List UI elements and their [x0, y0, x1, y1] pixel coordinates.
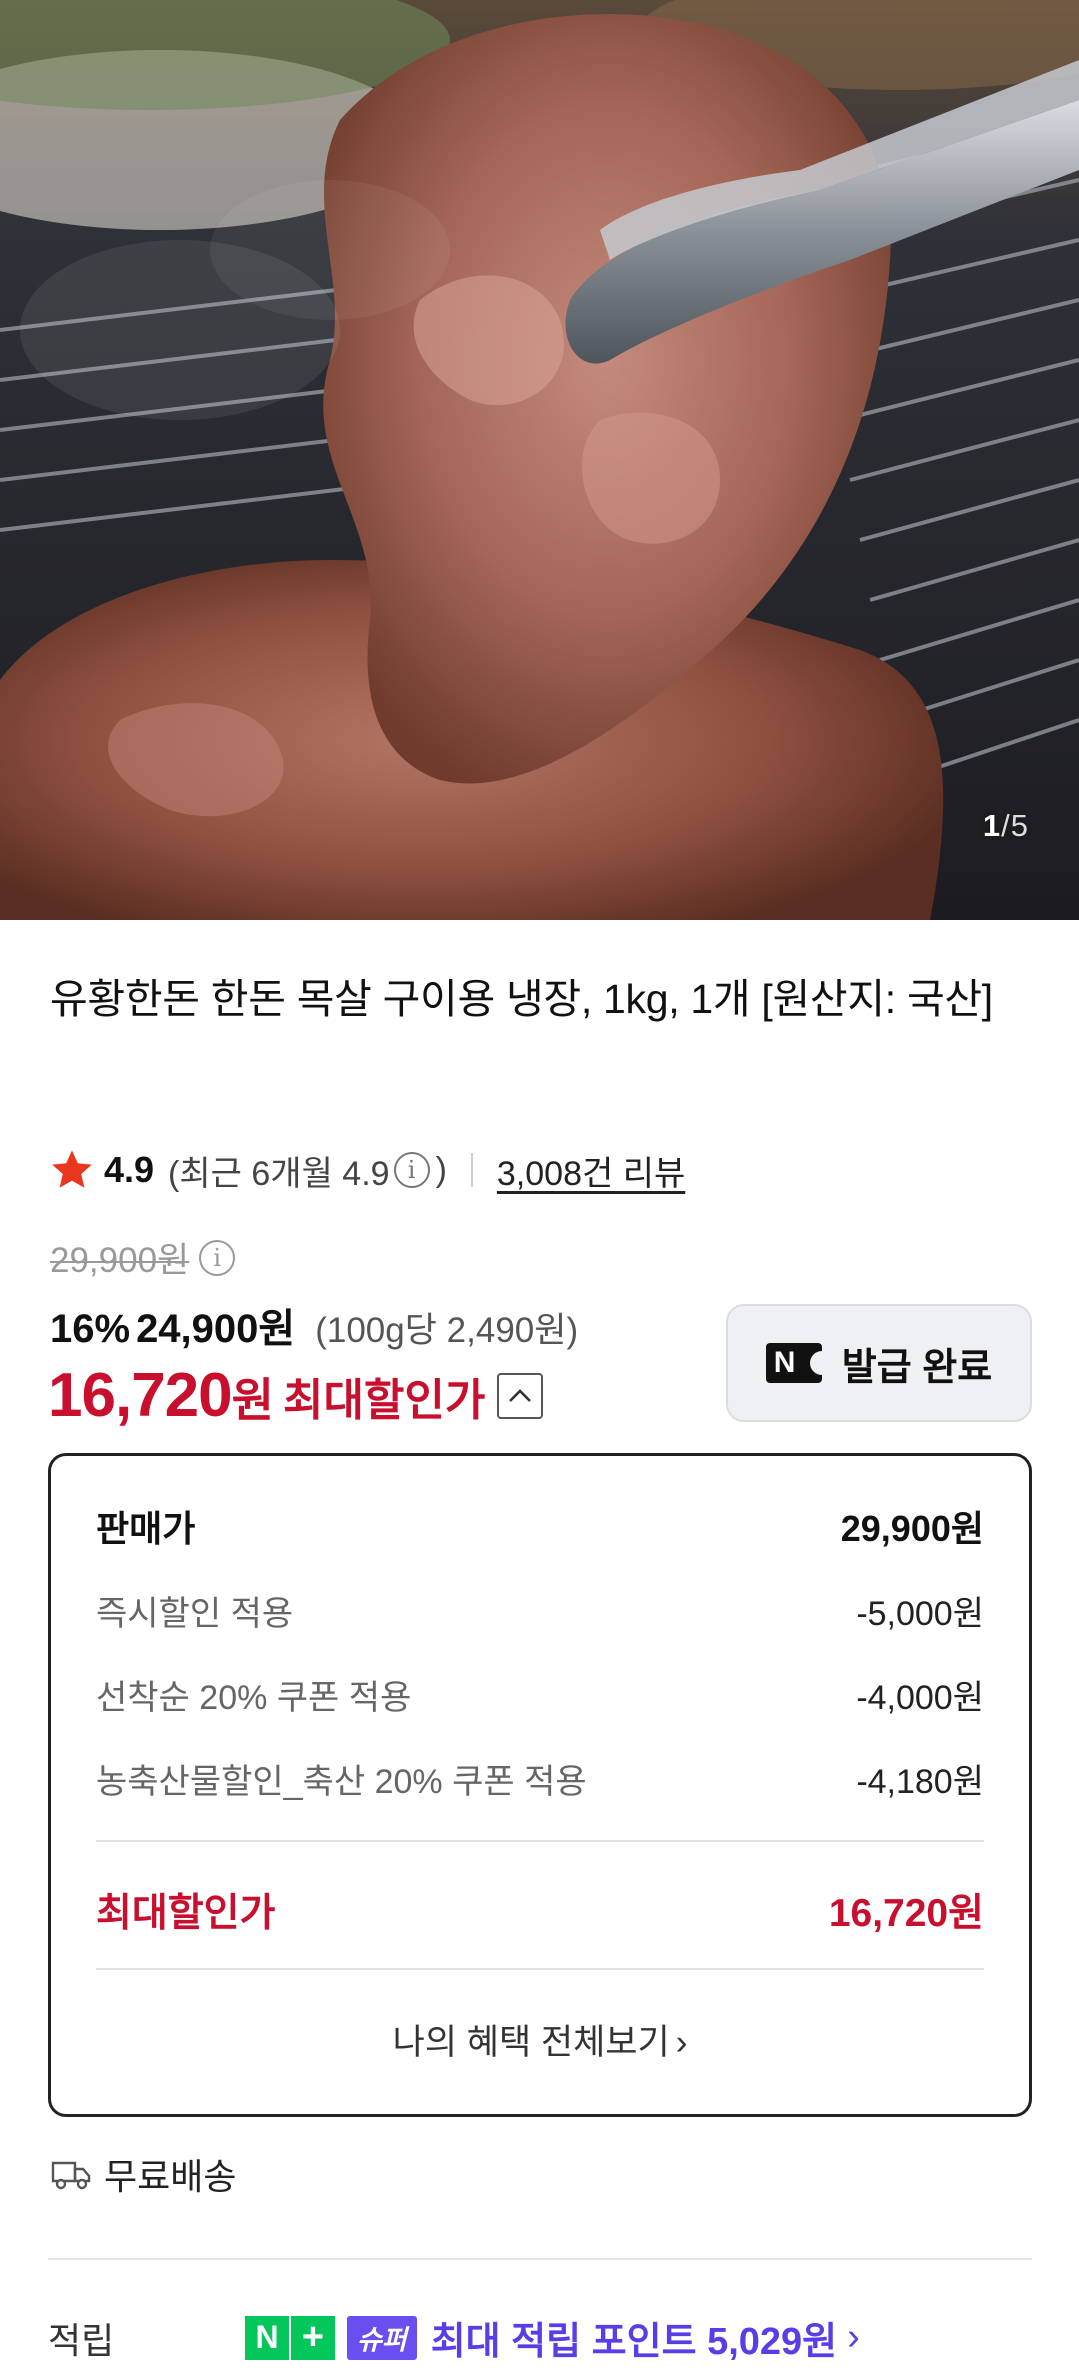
- max-discount-label: 최대할인가: [282, 1375, 486, 1425]
- truck-icon: [51, 2161, 91, 2190]
- info-icon[interactable]: i: [393, 1152, 430, 1188]
- unit-price: (100g당 2,490원): [315, 1311, 579, 1350]
- max-discount-number: 16,720: [48, 1361, 233, 1430]
- naver-n-icon: N: [245, 2315, 289, 2360]
- breakdown-divider: [96, 1968, 984, 1970]
- discount-percent: 16%: [50, 1307, 131, 1351]
- image-counter: 1/5: [983, 808, 1029, 844]
- breakdown-value: 29,900원: [840, 1508, 984, 1549]
- chevron-right-icon: ›: [847, 2316, 860, 2358]
- section-divider: [48, 2258, 1032, 2260]
- discount-breakdown: 판매가 29,900원 즉시할인 적용 -5,000원 선착순 20% 쿠폰 적…: [48, 1453, 1032, 2117]
- breakdown-value: -4,000원: [856, 1679, 984, 1717]
- view-all-benefits-label: 나의 혜택 전체보기: [392, 2023, 670, 2062]
- shipping-row: 무료배송: [50, 2148, 236, 2200]
- image-counter-current: 1: [982, 808, 1002, 843]
- coupon-issued-label: 발급 완료: [841, 1346, 993, 1389]
- rating-value: 4.9: [104, 1149, 155, 1190]
- chevron-up-icon: [509, 1388, 532, 1402]
- breakdown-divider: [96, 1840, 984, 1842]
- free-shipping-label: 무료배송: [104, 2156, 237, 2197]
- breakdown-total-row: 최대할인가 16,720원: [96, 1882, 984, 1938]
- max-discount-price: 16,720원: [48, 1360, 274, 1431]
- plus-icon: +: [291, 2315, 335, 2360]
- review-count-link[interactable]: 3,008건 리뷰: [497, 1146, 685, 1195]
- breakdown-row: 농축산물할인_축산 20% 쿠폰 적용 -4,180원: [96, 1754, 984, 1803]
- max-points-text: 최대 적립 포인트 5,029원: [430, 2321, 838, 2363]
- divider: [470, 1153, 473, 1187]
- max-discount-unit: 원: [231, 1374, 274, 1426]
- breakdown-label: 농축산물할인_축산 20% 쿠폰 적용: [96, 1763, 587, 1801]
- breakdown-value: -4,180원: [856, 1763, 984, 1801]
- recent-rating-close: ): [435, 1150, 447, 1189]
- star-icon: [52, 1150, 92, 1188]
- breakdown-label: 판매가: [96, 1508, 196, 1549]
- naver-plus-badge: N +: [245, 2315, 335, 2360]
- breakdown-total-label: 최대할인가: [96, 1892, 276, 1935]
- original-price-row: 29,900원 i: [50, 1232, 236, 1283]
- product-image[interactable]: 1/5: [0, 0, 1079, 920]
- image-counter-separator: /: [1001, 808, 1011, 843]
- sale-price-row: 16% 24,900원 (100g당 2,490원): [50, 1296, 578, 1354]
- recent-rating-text: (최근 6개월 4.9: [168, 1154, 390, 1193]
- product-title: 유황한돈 한돈 목살 구이용 냉장, 1kg, 1개 [원산지: 국산]: [50, 976, 993, 1022]
- rating-row: 4.9 (최근 6개월 4.9 i ) 3,008건 리뷰: [48, 1142, 685, 1198]
- max-discount-row[interactable]: 16,720원 최대할인가: [48, 1360, 544, 1431]
- breakdown-label: 즉시할인 적용: [96, 1595, 294, 1633]
- points-row[interactable]: 적립 N + 슈퍼 최대 적립 포인트 5,029원 ›: [48, 2310, 1038, 2365]
- coupon-issued-button[interactable]: N 발급 완료: [726, 1304, 1032, 1422]
- collapse-toggle[interactable]: [497, 1372, 544, 1419]
- points-label: 적립: [48, 2319, 115, 2361]
- image-counter-total: 5: [1010, 808, 1029, 843]
- breakdown-value: -5,000원: [856, 1595, 984, 1633]
- naver-coupon-icon: N: [765, 1343, 822, 1383]
- chevron-right-icon: ›: [675, 2023, 688, 2062]
- breakdown-row: 즉시할인 적용 -5,000원: [96, 1586, 984, 1635]
- view-all-benefits-link[interactable]: 나의 혜택 전체보기 ›: [51, 2014, 1029, 2065]
- breakdown-row: 판매가 29,900원: [96, 1500, 984, 1552]
- breakdown-row: 선착순 20% 쿠폰 적용 -4,000원: [96, 1670, 984, 1719]
- sale-price: 24,900원: [136, 1307, 296, 1351]
- breakdown-total-value: 16,720원: [828, 1892, 984, 1935]
- breakdown-label: 선착순 20% 쿠폰 적용: [96, 1679, 412, 1717]
- price-info-icon[interactable]: i: [199, 1239, 236, 1276]
- grilled-pork-photo: [0, 0, 1079, 920]
- super-badge: 슈퍼: [347, 2315, 417, 2360]
- recent-rating: (최근 6개월 4.9 i ): [168, 1146, 447, 1195]
- original-price: 29,900원: [50, 1241, 190, 1280]
